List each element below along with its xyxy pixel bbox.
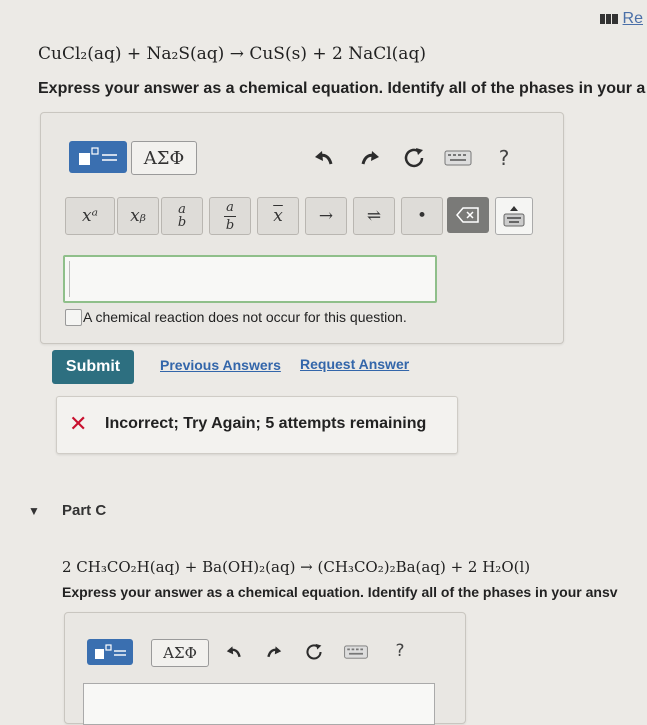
part-c-reset-button[interactable] <box>301 639 327 665</box>
part-c-toggle-icon[interactable]: ▼ <box>28 504 40 518</box>
bars-icon <box>599 14 618 24</box>
no-reaction-label: A chemical reaction does not occur for t… <box>83 309 407 325</box>
delete-button[interactable] <box>447 197 489 233</box>
equilibrium-arrow-button[interactable]: ⇌ <box>353 197 395 235</box>
templates-icon <box>79 147 117 165</box>
part-c-greek-symbols-button[interactable]: ΑΣΦ <box>151 639 209 667</box>
part-c-keyboard-button[interactable] <box>341 641 371 663</box>
feedback-text: Incorrect; Try Again; 5 attempts remaini… <box>105 415 427 432</box>
no-reaction-checkbox[interactable] <box>65 309 82 326</box>
reset-button[interactable] <box>399 143 429 173</box>
part-c-reset-icon <box>306 643 322 660</box>
part-c-templates-button[interactable] <box>87 639 133 665</box>
keyboard-icon <box>444 150 472 166</box>
reset-icon <box>404 148 424 168</box>
part-c-undo-button[interactable] <box>221 639 247 665</box>
fraction-button[interactable]: a b <box>161 197 203 235</box>
fraction-bar-numerator: a <box>226 199 234 215</box>
redo-icon <box>361 151 379 165</box>
redo-button[interactable] <box>355 143 385 173</box>
part-c-undo-icon <box>226 646 241 658</box>
fraction-bar-icon: a b <box>224 201 236 232</box>
part-b-equation: CuCl₂(aq) + Na₂S(aq) → CuS(s) + 2 NaCl(a… <box>38 44 426 64</box>
part-c-editor-panel: ΑΣΦ ? <box>64 612 466 725</box>
keyboard-button[interactable] <box>443 147 473 169</box>
keyboard-toggle-button[interactable] <box>495 197 533 235</box>
delete-icon <box>456 207 479 223</box>
keyboard-toggle-icon <box>503 206 525 227</box>
undo-icon <box>315 151 333 165</box>
part-b-instruction: Express your answer as a chemical equati… <box>38 80 646 97</box>
help-button[interactable]: ? <box>489 143 519 173</box>
part-c-redo-icon <box>267 646 282 658</box>
templates-button[interactable] <box>69 141 127 173</box>
undo-button[interactable] <box>309 143 339 173</box>
part-c-instruction: Express your answer as a chemical equati… <box>62 584 618 600</box>
part-c-templates-icon <box>95 644 126 659</box>
fraction-denominator: b <box>177 215 187 230</box>
part-c-answer-input[interactable] <box>83 683 435 725</box>
answer-editor-panel: ΑΣΦ ? xᵃ xᵦ a b a b x → ⇌ • A chemical r… <box>40 112 564 344</box>
review-link-label: Re <box>622 10 643 27</box>
review-link[interactable]: Re <box>599 10 643 28</box>
part-c-keyboard-icon <box>344 645 368 659</box>
feedback-box: ✕ Incorrect; Try Again; 5 attempts remai… <box>56 396 458 454</box>
part-c-redo-button[interactable] <box>261 639 287 665</box>
fraction-bar-button[interactable]: a b <box>209 197 251 235</box>
request-answer-link[interactable]: Request Answer <box>300 356 409 372</box>
greek-symbols-button[interactable]: ΑΣΦ <box>131 141 197 175</box>
overline-button[interactable]: x <box>257 197 299 235</box>
fraction-bar-denominator: b <box>225 217 235 233</box>
incorrect-icon: ✕ <box>69 412 88 437</box>
dot-button[interactable]: • <box>401 197 443 235</box>
part-c-label[interactable]: Part C <box>62 502 106 519</box>
superscript-button[interactable]: xᵃ <box>65 197 115 235</box>
submit-button[interactable]: Submit <box>52 350 134 384</box>
answer-input[interactable] <box>63 255 437 303</box>
fraction-icon: a b <box>178 203 186 229</box>
part-c-help-button[interactable]: ? <box>387 637 413 665</box>
previous-answers-link[interactable]: Previous Answers <box>160 357 281 373</box>
reaction-arrow-button[interactable]: → <box>305 197 347 235</box>
part-c-equation: 2 CH₃CO₂H(aq) + Ba(OH)₂(aq) → (CH₃CO₂)₂B… <box>62 558 531 576</box>
subscript-button[interactable]: xᵦ <box>117 197 159 235</box>
